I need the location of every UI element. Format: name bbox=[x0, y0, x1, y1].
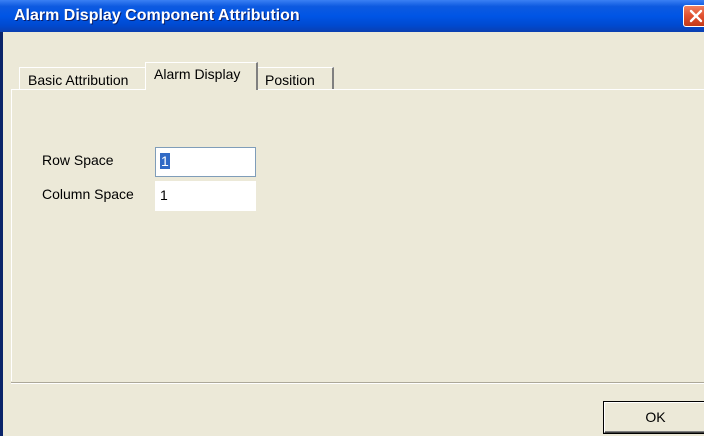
tab-label: Alarm Display bbox=[154, 66, 241, 82]
tab-label: Basic Attribution bbox=[28, 72, 129, 88]
window-title: Alarm Display Component Attribution bbox=[14, 7, 300, 24]
tab-label: Position bbox=[265, 72, 315, 88]
tab-panel-alarm-display: Row Space 1 Column Space 1 bbox=[11, 89, 704, 381]
tab-basic-attribution[interactable]: Basic Attribution bbox=[19, 67, 147, 90]
row-space-input[interactable]: 1 bbox=[155, 147, 256, 177]
dialog-window: Alarm Display Component Attribution Basi… bbox=[0, 0, 704, 436]
ok-button[interactable]: OK bbox=[604, 402, 704, 433]
close-button[interactable] bbox=[683, 5, 704, 27]
close-icon bbox=[689, 9, 703, 23]
row-space-label: Row Space bbox=[42, 152, 114, 168]
title-bar[interactable]: Alarm Display Component Attribution bbox=[0, 0, 704, 32]
row-space-value: 1 bbox=[160, 153, 170, 169]
dialog-client-area: Basic Attribution Alarm Display Position… bbox=[3, 32, 704, 436]
tab-alarm-display[interactable]: Alarm Display bbox=[145, 62, 258, 90]
column-space-input[interactable]: 1 bbox=[155, 181, 256, 211]
column-space-value: 1 bbox=[160, 187, 168, 203]
column-space-label: Column Space bbox=[42, 186, 134, 202]
tab-position[interactable]: Position bbox=[256, 67, 334, 90]
divider bbox=[11, 382, 704, 384]
ok-button-label: OK bbox=[645, 409, 666, 425]
